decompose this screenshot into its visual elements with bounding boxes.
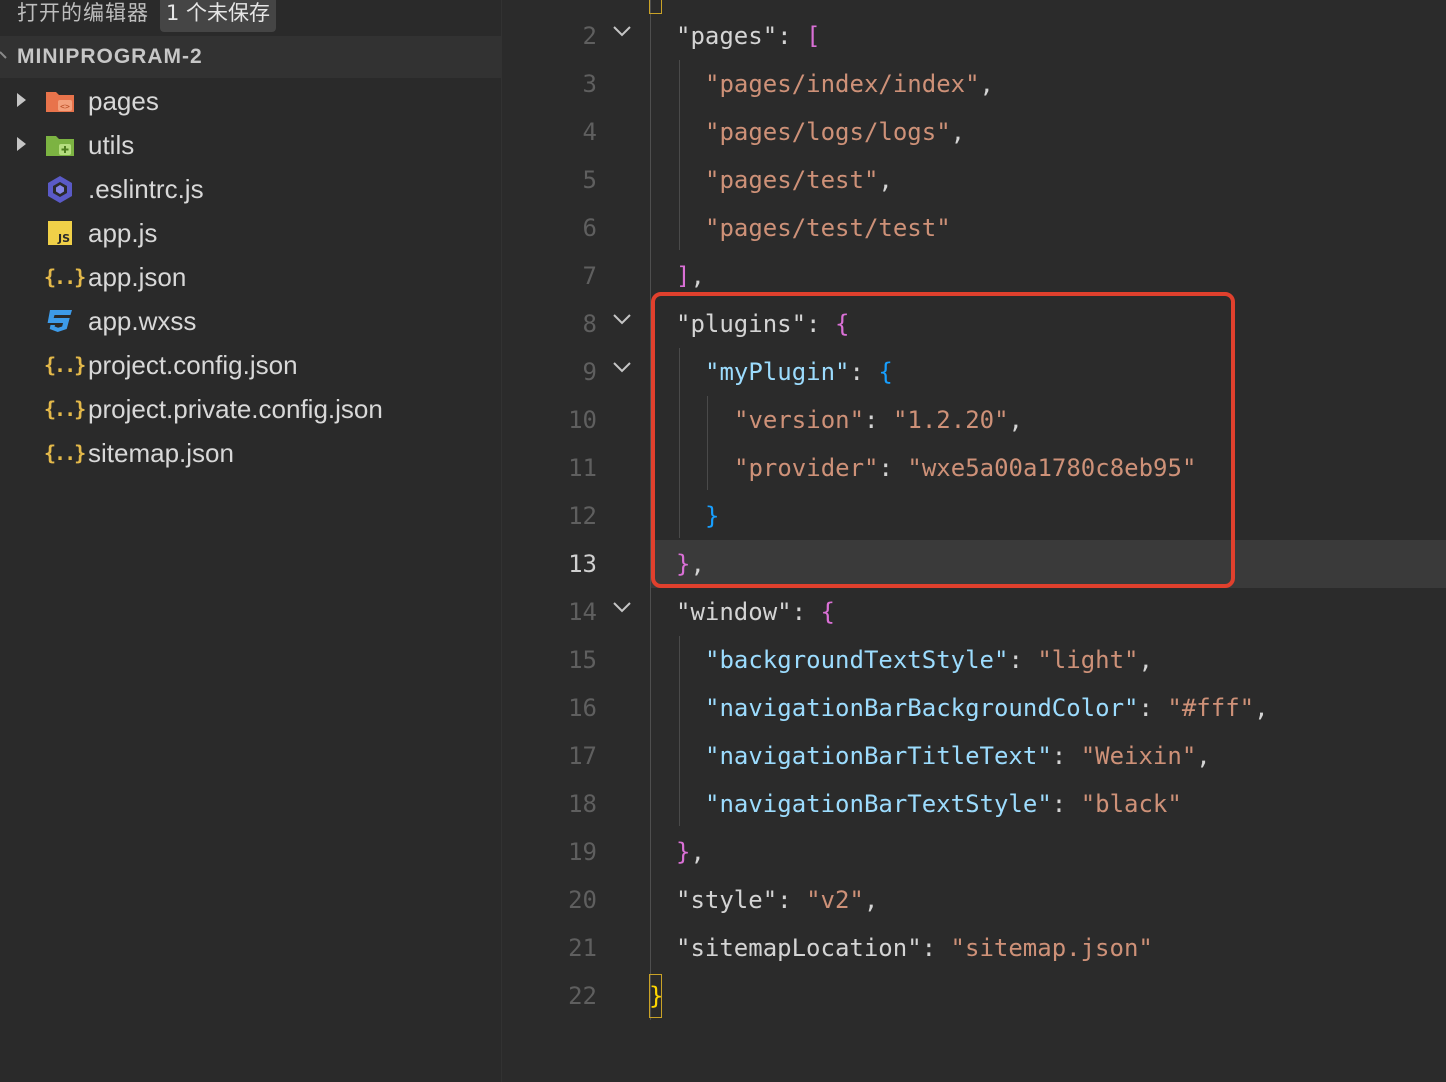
line-number: 10 [568,406,597,434]
file-name: project.config.json [88,350,298,380]
code-text: "sitemapLocation": "sitemap.json" [676,934,1153,962]
chevron-right-icon[interactable] [17,93,26,107]
line-number: 21 [568,934,597,962]
line-number: 4 [582,118,597,146]
line-number: 16 [568,694,597,722]
code-line[interactable]: 18 "navigationBarTextStyle": "black" [502,780,1446,828]
code-text: "pages": [ [676,22,821,50]
line-number: 13 [568,550,597,578]
code-line[interactable]: 17 "navigationBarTitleText": "Weixin", [502,732,1446,780]
code-text: "navigationBarTextStyle": "black" [705,790,1182,818]
tree-item-app-js[interactable]: JS app.js [0,211,502,255]
code-text: "backgroundTextStyle": "light", [705,646,1153,674]
line-number: 17 [568,742,597,770]
json-file-icon: {..} [44,265,86,289]
code-line[interactable]: 15 "backgroundTextStyle": "light", [502,636,1446,684]
json-file-icon: {..} [44,353,86,377]
code-text: "window": { [676,598,835,626]
code-line[interactable]: 5 "pages/test", [502,156,1446,204]
file-name: project.private.config.json [88,394,383,424]
code-text: }, [676,838,705,866]
tree-item-app-json[interactable]: {..} app.json [0,255,502,299]
line-number: 15 [568,646,597,674]
code-text: "style": "v2", [676,886,879,914]
line-number: 11 [568,454,597,482]
folder-pages-icon: <> [46,92,74,112]
fold-chevron-icon[interactable] [612,312,632,326]
file-name: utils [88,130,135,160]
json-file-icon: {..} [44,441,86,465]
line-number: 7 [582,262,597,290]
fold-chevron-icon[interactable] [612,600,632,614]
tree-item-eslintrc[interactable]: .eslintrc.js [0,167,502,211]
line-number: 3 [582,70,597,98]
tree-item-sitemap[interactable]: {..} sitemap.json [0,431,502,475]
chevron-right-icon[interactable] [17,137,26,151]
ide-window: 打开的编辑器 1 个未保存 MINIPROGRAM-2 <> pages uti… [0,0,1446,1082]
line-number: 19 [568,838,597,866]
tree-item-app-wxss[interactable]: app.wxss [0,299,502,343]
project-header[interactable]: MINIPROGRAM-2 [0,36,502,78]
line-number: 12 [568,502,597,530]
line-number: 20 [568,886,597,914]
line-number: 18 [568,790,597,818]
code-line[interactable]: 19 }, [502,828,1446,876]
code-line[interactable]: 6 "pages/test/test" [502,204,1446,252]
tree-item-project-config[interactable]: {..} project.config.json [0,343,502,387]
code-line[interactable]: 4 "pages/logs/logs", [502,108,1446,156]
css-file-icon [47,310,72,332]
code-line[interactable]: 16 "navigationBarBackgroundColor": "#fff… [502,684,1446,732]
line-number: 9 [582,358,597,386]
chevron-down-icon [0,51,7,59]
code-line[interactable]: 22 } [502,972,1446,1020]
svg-text:JS: JS [57,232,70,245]
explorer-sidebar: 打开的编辑器 1 个未保存 MINIPROGRAM-2 <> pages uti… [0,0,502,1082]
code-text: "pages/test", [705,166,893,194]
tree-item-utils[interactable]: utils [0,123,502,167]
code-line[interactable]: 2 "pages": [ [502,12,1446,60]
fold-chevron-icon[interactable] [612,360,632,374]
unsaved-badge: 1 个未保存 [160,0,277,32]
code-text: "pages/test/test" [705,214,951,242]
code-line[interactable]: 20 "style": "v2", [502,876,1446,924]
line-number: 8 [582,310,597,338]
file-name: app.wxss [88,306,197,336]
code-text: "pages/logs/logs", [705,118,966,146]
file-name: sitemap.json [88,438,234,468]
code-text: "navigationBarTitleText": "Weixin", [705,742,1211,770]
line-number: 22 [568,982,597,1010]
js-file-icon: JS [48,221,72,245]
fold-chevron-icon[interactable] [612,24,632,38]
code-editor[interactable]: 2 "pages": [ 3 "pages/index/index", 4 "p… [502,0,1446,1082]
folder-utils-icon [46,136,74,156]
file-name: .eslintrc.js [88,174,204,204]
line-number: 2 [582,22,597,50]
line-number: 5 [582,166,597,194]
annotation-highlight-box [651,292,1235,588]
file-name: app.json [88,262,187,292]
project-title: MINIPROGRAM-2 [17,45,203,68]
file-tree: <> pages utils .eslintrc.js JS app.js {.… [0,79,502,475]
open-editors-title: 打开的编辑器 [17,1,149,25]
code-text: "pages/index/index", [705,70,994,98]
code-text: "navigationBarBackgroundColor": "#fff", [705,694,1269,722]
line-number: 14 [568,598,597,626]
json-file-icon: {..} [44,397,86,421]
code-text: } [649,982,664,1010]
line-number: 6 [582,214,597,242]
code-line[interactable]: 3 "pages/index/index", [502,60,1446,108]
eslint-icon [48,176,72,203]
open-editors-section[interactable]: 打开的编辑器 1 个未保存 [0,0,502,32]
tree-item-pages[interactable]: <> pages [0,79,502,123]
tree-item-project-private-config[interactable]: {..} project.private.config.json [0,387,502,431]
svg-text:<>: <> [60,102,70,111]
code-line[interactable]: 21 "sitemapLocation": "sitemap.json" [502,924,1446,972]
code-line[interactable]: 14 "window": { [502,588,1446,636]
file-name: app.js [88,218,158,248]
file-name: pages [88,86,159,116]
